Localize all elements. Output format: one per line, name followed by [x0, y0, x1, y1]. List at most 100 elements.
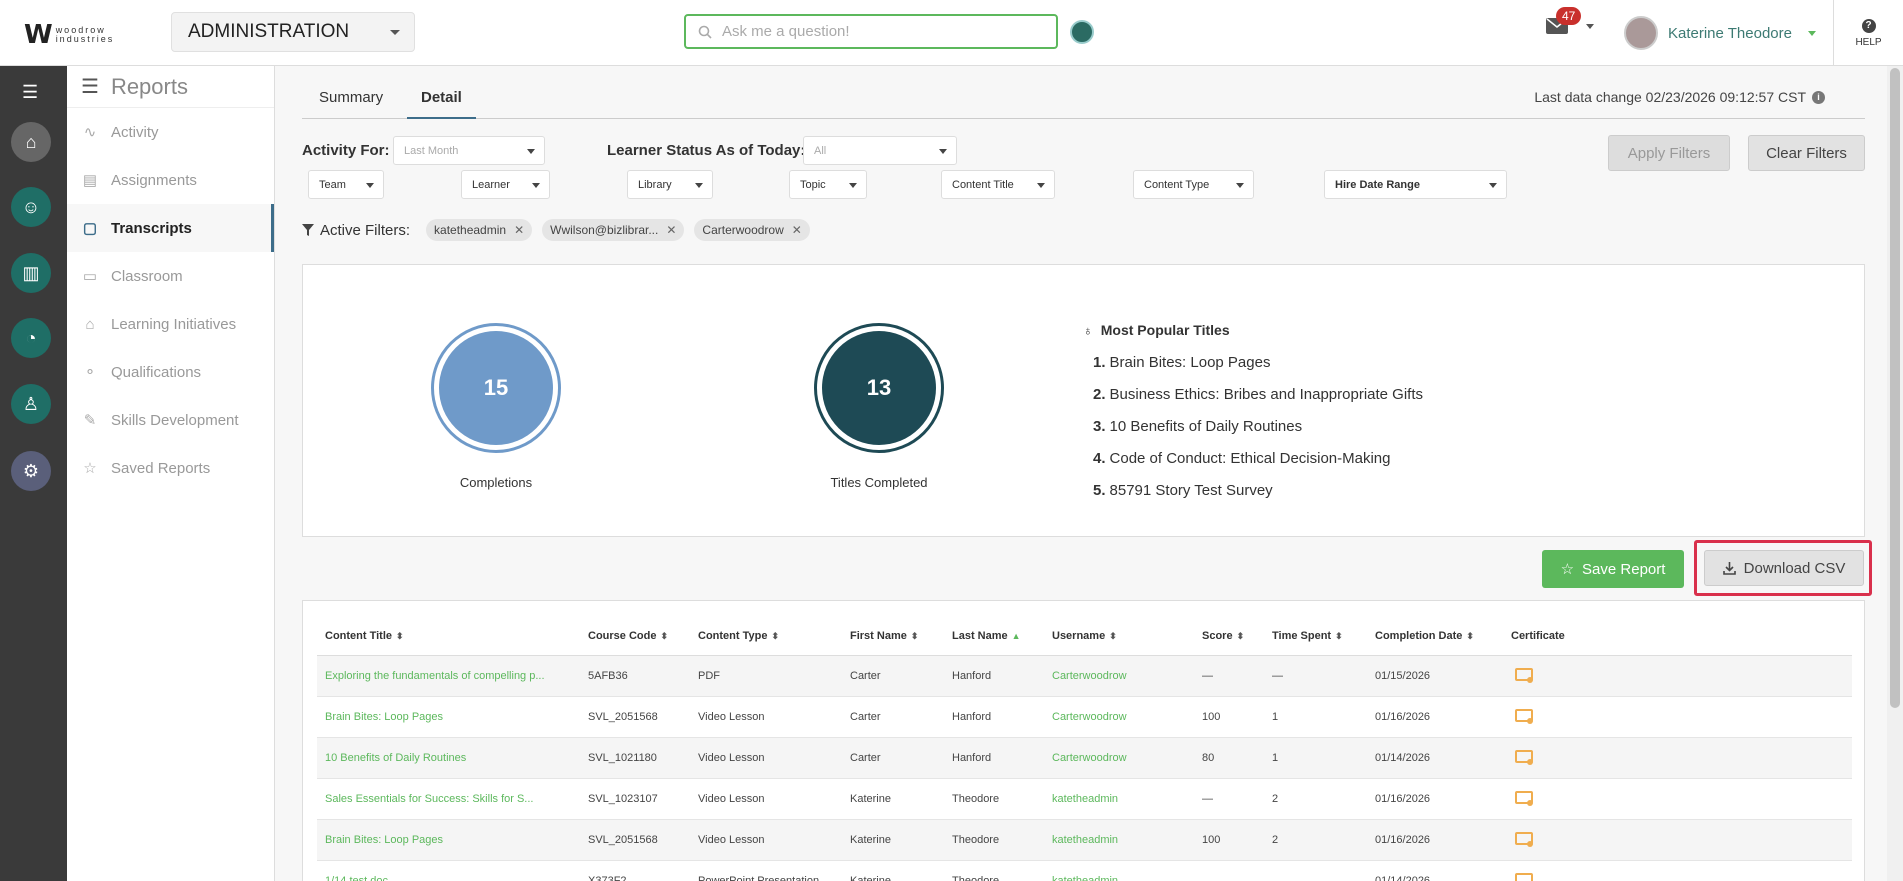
certificate-icon[interactable] [1515, 831, 1533, 847]
certificate-icon[interactable] [1515, 667, 1533, 683]
info-icon[interactable]: i [1812, 90, 1825, 104]
table-cell[interactable]: Carterwoodrow [1044, 655, 1194, 697]
people-icon[interactable]: ☺ [11, 187, 51, 227]
completions-ring: 15 [431, 323, 561, 453]
sort-icon[interactable]: ⬍ [771, 631, 779, 641]
remove-filter-icon[interactable]: ✕ [514, 223, 524, 237]
team-filter[interactable]: Team [308, 170, 384, 199]
sort-icon[interactable]: ⬍ [1109, 631, 1117, 641]
tab-detail[interactable]: Detail [407, 89, 476, 119]
learner-icon[interactable]: ♙ [11, 384, 51, 424]
column-header[interactable]: First Name ⬍ [842, 617, 944, 656]
search-box[interactable] [684, 14, 1058, 49]
popular-rank: 1. [1093, 354, 1106, 371]
sort-icon[interactable]: ⬍ [1335, 631, 1343, 641]
content-title-filter[interactable]: Content Title [941, 170, 1055, 199]
remove-filter-icon[interactable]: ✕ [792, 223, 802, 237]
search-input[interactable] [722, 23, 1042, 40]
sort-ascending-icon[interactable]: ▲ [1012, 631, 1021, 641]
table-cell[interactable]: Carterwoodrow [1044, 737, 1194, 779]
popular-title: 85791 Story Test Survey [1109, 482, 1273, 499]
column-header[interactable]: Score ⬍ [1194, 617, 1264, 656]
sidebar-item-label: Learning Initiatives [111, 315, 237, 333]
column-header[interactable]: Content Type ⬍ [690, 617, 842, 656]
table-cell[interactable]: katetheadmin [1044, 778, 1194, 820]
sort-icon[interactable]: ⬍ [911, 631, 919, 641]
save-report-button[interactable]: ☆ Save Report [1542, 550, 1684, 588]
table-cell[interactable]: Sales Essentials for Success: Skills for… [317, 778, 580, 820]
sort-icon[interactable]: ⬍ [660, 631, 668, 641]
certificate-icon[interactable] [1515, 749, 1533, 765]
table-cell: PDF [690, 655, 842, 697]
table-cell: 2 [1264, 819, 1367, 861]
table-cell: Hanford [944, 655, 1044, 697]
certificate-icon[interactable] [1515, 708, 1533, 724]
table-cell: Video Lesson [690, 778, 842, 820]
download-csv-button[interactable]: Download CSV [1704, 550, 1864, 586]
sidebar-item-qualifications[interactable]: ⚬ Qualifications [67, 348, 274, 396]
search-icon [698, 25, 712, 39]
tab-summary[interactable]: Summary [319, 89, 383, 106]
table-cell[interactable]: katetheadmin [1044, 819, 1194, 861]
table-cell[interactable]: katetheadmin [1044, 860, 1194, 881]
sort-icon[interactable]: ⬍ [1466, 631, 1474, 641]
library-filter[interactable]: Library [627, 170, 713, 199]
top-bar: W woodrow industries ADMINISTRATION 47 K… [0, 0, 1903, 66]
certificate-cell [1503, 860, 1852, 881]
chevron-down-icon [390, 30, 400, 35]
classroom-icon: ▭ [82, 268, 98, 285]
sidebar-item-transcripts[interactable]: ▢ Transcripts [67, 204, 274, 252]
column-header[interactable]: Content Title ⬍ [317, 617, 580, 656]
certificate-icon[interactable] [1515, 872, 1533, 881]
column-header[interactable]: Time Spent ⬍ [1264, 617, 1367, 656]
company-logo[interactable]: W woodrow industries [24, 20, 114, 50]
column-header[interactable]: Last Name ▲ [944, 617, 1044, 656]
scrollbar-thumb[interactable] [1890, 68, 1900, 708]
column-header[interactable]: Course Code ⬍ [580, 617, 690, 656]
settings-gear-icon[interactable]: ⚙ [11, 451, 51, 491]
sidebar-item-saved-reports[interactable]: ☆ Saved Reports [67, 444, 274, 492]
sidebar-item-activity[interactable]: ∿ Activity [67, 108, 274, 156]
sidebar-item-assignments[interactable]: ▤ Assignments [67, 156, 274, 204]
sort-icon[interactable]: ⬍ [1237, 631, 1245, 641]
library-icon[interactable]: ▥ [11, 253, 51, 293]
certificate-cell [1503, 737, 1852, 779]
table-cell[interactable]: 1/14 test doc [317, 860, 580, 881]
hire-date-range-filter[interactable]: Hire Date Range [1324, 170, 1507, 199]
certificate-icon[interactable] [1515, 790, 1533, 806]
sidebar-item-learning-initiatives[interactable]: ⌂ Learning Initiatives [67, 300, 274, 348]
sidebar-item-classroom[interactable]: ▭ Classroom [67, 252, 274, 300]
content-type-filter[interactable]: Content Type [1133, 170, 1254, 199]
table-cell [1264, 860, 1367, 881]
column-header[interactable]: Certificate [1503, 617, 1852, 656]
table-cell[interactable]: Brain Bites: Loop Pages [317, 696, 580, 738]
apply-filters-button[interactable]: Apply Filters [1608, 135, 1730, 171]
activity-for-select[interactable]: Last Month [393, 136, 545, 165]
learner-status-select[interactable]: All [803, 136, 957, 165]
topic-filter[interactable]: Topic [789, 170, 867, 199]
sidebar-item-skills-development[interactable]: ✎ Skills Development [67, 396, 274, 444]
chevron-down-icon [695, 183, 703, 188]
table-cell[interactable]: Brain Bites: Loop Pages [317, 819, 580, 861]
table-cell[interactable]: Carterwoodrow [1044, 696, 1194, 738]
user-menu[interactable]: Katerine Theodore [1624, 16, 1816, 50]
page-scrollbar[interactable] [1887, 66, 1903, 881]
list-icon[interactable]: ☰ [81, 74, 99, 99]
workspace-select[interactable]: ADMINISTRATION [171, 12, 415, 52]
column-header[interactable]: Username ⬍ [1044, 617, 1194, 656]
learner-filter[interactable]: Learner [461, 170, 550, 199]
home-icon[interactable]: ⌂ [11, 122, 51, 162]
sort-icon[interactable]: ⬍ [396, 631, 404, 641]
column-header[interactable]: Completion Date ⬍ [1367, 617, 1503, 656]
table-cell[interactable]: 10 Benefits of Daily Routines [317, 737, 580, 779]
mail-menu-caret-icon[interactable] [1586, 24, 1594, 29]
titles-completed-label: Titles Completed [830, 475, 928, 490]
clear-filters-button[interactable]: Clear Filters [1748, 135, 1865, 171]
reports-pie-icon[interactable]: ◔ [11, 318, 51, 358]
learner-status-label: Learner Status As of Today: [607, 142, 806, 159]
table-cell[interactable]: Exploring the fundamentals of compelling… [317, 655, 580, 697]
menu-icon[interactable]: ☰ [22, 82, 38, 103]
remove-filter-icon[interactable]: ✕ [666, 223, 676, 237]
help-button[interactable]: ? HELP [1833, 0, 1903, 66]
owl-assistant-icon[interactable] [1070, 20, 1094, 44]
